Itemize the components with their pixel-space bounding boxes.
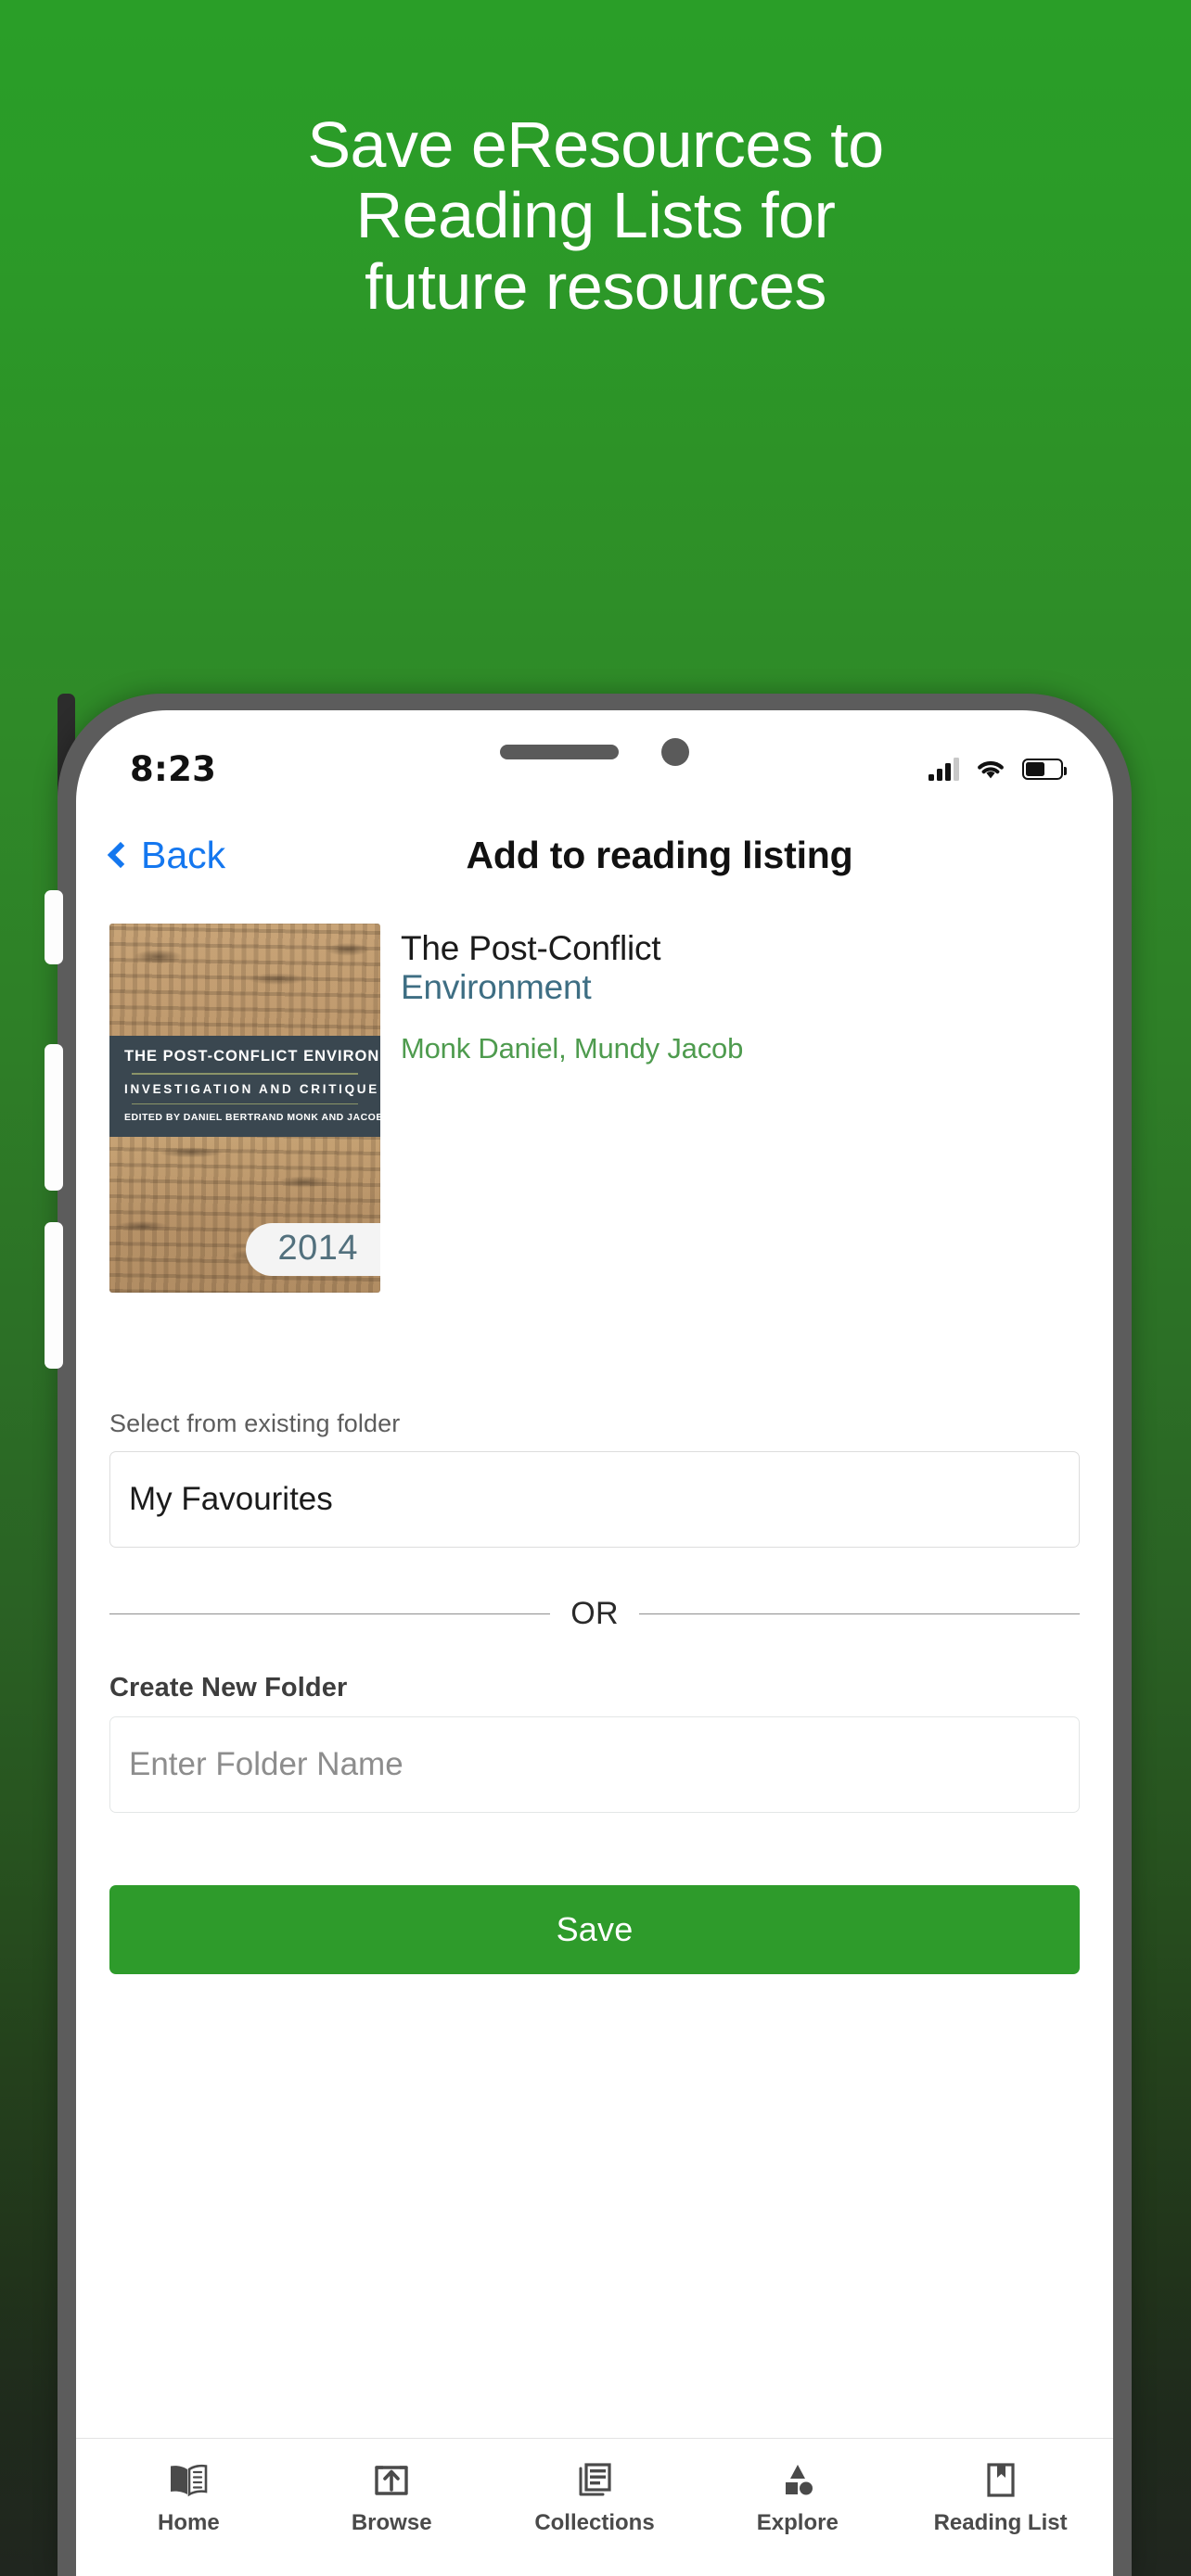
phone-volume-up-button[interactable] xyxy=(45,1044,63,1191)
stacked-documents-icon xyxy=(579,2463,611,2496)
publication-year-badge: 2014 xyxy=(246,1223,380,1276)
book-title: The Post-Conflict xyxy=(401,929,661,967)
book-metadata: The Post-Conflict Environment Monk Danie… xyxy=(401,924,1080,1293)
reading-list-form: Select from existing folder My Favourite… xyxy=(109,1293,1080,1974)
book-cover-title-band: THE POST-CONFLICT ENVIRONMENT INVESTIGAT… xyxy=(109,1036,380,1138)
bottom-tab-bar: Home Browse Collections Explore Reading … xyxy=(76,2439,1113,2576)
phone-volume-down-button[interactable] xyxy=(45,1222,63,1369)
wifi-icon xyxy=(975,757,1006,781)
existing-folder-select[interactable]: My Favourites xyxy=(109,1451,1080,1548)
status-bar-indicators xyxy=(928,757,1068,781)
navigation-bar: Back Add to reading listing xyxy=(76,807,1113,903)
front-camera-icon xyxy=(661,738,689,766)
headline-line-1: Save eResources to xyxy=(307,108,884,181)
upload-box-icon xyxy=(375,2466,408,2495)
phone-screen: 8:23 Back Add to reading listing THE POS… xyxy=(76,710,1113,2576)
shapes-icon xyxy=(785,2465,813,2495)
chevron-left-icon xyxy=(107,841,134,869)
book-cover-image[interactable]: THE POST-CONFLICT ENVIRONMENT INVESTIGAT… xyxy=(109,924,380,1293)
open-book-icon xyxy=(171,2464,208,2497)
tab-home[interactable]: Home xyxy=(87,2459,290,2536)
tab-reading-list-label: Reading List xyxy=(933,2510,1068,2535)
status-bar-time: 8:23 xyxy=(130,748,217,789)
tab-home-label: Home xyxy=(158,2510,220,2535)
tab-collections[interactable]: Collections xyxy=(493,2459,697,2536)
cover-band-rule-bottom xyxy=(132,1103,358,1105)
divider-line-right xyxy=(638,1613,1080,1615)
tab-explore[interactable]: Explore xyxy=(696,2459,899,2536)
earpiece-speaker-icon xyxy=(500,745,619,759)
book-authors: Monk Daniel, Mundy Jacob xyxy=(401,1032,744,1065)
new-folder-label: Create New Folder xyxy=(109,1673,348,1702)
book-summary: THE POST-CONFLICT ENVIRONMENT INVESTIGAT… xyxy=(109,903,1080,1293)
headline-line-2: Reading Lists for xyxy=(355,179,836,252)
tab-collections-label: Collections xyxy=(534,2510,655,2535)
cover-band-editors: EDITED BY DANIEL BERTRAND MONK AND JACOB… xyxy=(124,1112,380,1124)
phone-notch xyxy=(500,738,689,766)
promo-headline: Save eResources to Reading Lists for fut… xyxy=(0,109,1191,322)
existing-folder-label: Select from existing folder xyxy=(109,1409,401,1437)
bookmark-book-icon xyxy=(986,2463,1015,2497)
phone-mockup: 8:23 Back Add to reading listing THE POS… xyxy=(45,694,1132,2576)
cellular-signal-icon xyxy=(928,757,959,781)
cover-band-title: THE POST-CONFLICT ENVIRONMENT xyxy=(124,1048,380,1065)
tab-browse[interactable]: Browse xyxy=(290,2459,493,2536)
battery-icon xyxy=(1022,758,1068,780)
tab-browse-label: Browse xyxy=(351,2510,432,2535)
cover-band-rule-top xyxy=(132,1073,358,1075)
page-title: Add to reading listing xyxy=(466,833,853,876)
new-folder-input[interactable]: Enter Folder Name xyxy=(109,1716,1080,1813)
tab-explore-label: Explore xyxy=(756,2510,839,2535)
divider-line-left xyxy=(109,1613,551,1615)
tab-reading-list[interactable]: Reading List xyxy=(899,2459,1102,2536)
headline-line-3: future resources xyxy=(365,249,826,323)
back-button-label: Back xyxy=(141,833,226,876)
main-content: THE POST-CONFLICT ENVIRONMENT INVESTIGAT… xyxy=(76,903,1113,2439)
book-subtitle: Environment xyxy=(401,968,592,1007)
cover-band-subtitle: INVESTIGATION AND CRITIQUE xyxy=(124,1081,379,1096)
divider-label: OR xyxy=(570,1596,619,1631)
save-button[interactable]: Save xyxy=(109,1885,1080,1974)
phone-mute-switch[interactable] xyxy=(45,890,63,964)
or-divider: OR xyxy=(109,1596,1080,1632)
